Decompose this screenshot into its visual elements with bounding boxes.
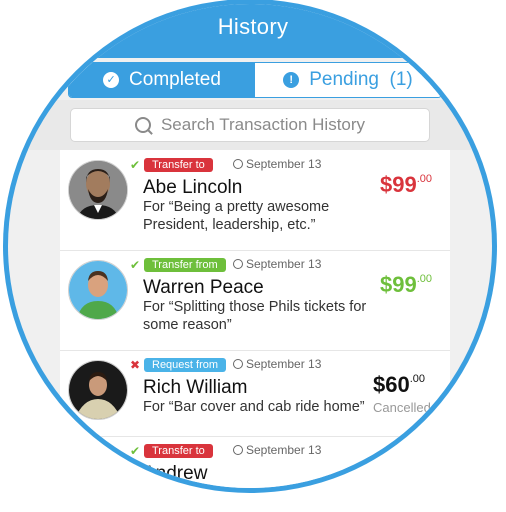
amount: $99.00 bbox=[380, 272, 432, 298]
badge-transfer-from: Transfer from bbox=[144, 258, 226, 272]
exclamation-circle-icon: ! bbox=[283, 72, 300, 88]
badge-transfer-to: Transfer to bbox=[144, 444, 213, 458]
date-text: September 13 bbox=[246, 257, 322, 271]
badge-request-from: Request from bbox=[144, 358, 227, 372]
date: September 13 bbox=[233, 157, 321, 171]
contact-name: Rich William bbox=[143, 377, 248, 398]
cancelled-label: Cancelled bbox=[373, 400, 431, 415]
avatar bbox=[68, 360, 128, 420]
tab-completed[interactable]: ✓ Completed bbox=[69, 63, 255, 97]
transaction-list: ✔ Transfer to September 13 Abe Lincoln F… bbox=[60, 150, 450, 488]
search-placeholder: Search Transaction History bbox=[160, 115, 366, 134]
contact-name: Andrew bbox=[143, 463, 208, 484]
transaction-row[interactable]: ✖ Request from September 13 Rich William… bbox=[60, 350, 450, 437]
clock-icon bbox=[233, 159, 243, 169]
avatar bbox=[68, 446, 128, 488]
amount-main: $60 bbox=[373, 372, 410, 397]
tab-label: Completed bbox=[129, 69, 221, 90]
transaction-row[interactable]: ✔ Transfer to September 13 Abe Lincoln F… bbox=[60, 150, 450, 251]
status-tabs: ✓ Completed ! Pending (1) bbox=[68, 62, 442, 98]
tab-pending[interactable]: ! Pending (1) bbox=[255, 63, 441, 97]
contact-name: Abe Lincoln bbox=[143, 177, 243, 198]
avatar bbox=[68, 160, 128, 220]
x-icon: ✖ bbox=[130, 358, 141, 372]
avatar bbox=[68, 260, 128, 320]
amount-cents: .00 bbox=[416, 172, 432, 185]
check-circle-icon: ✓ bbox=[103, 72, 120, 88]
check-icon: ✔ bbox=[130, 158, 141, 172]
page-title: History bbox=[217, 14, 289, 39]
amount: $99.00 bbox=[380, 172, 432, 198]
date-text: September 13 bbox=[246, 157, 322, 171]
circular-frame: History ✓ Completed ! Pending (1) Search… bbox=[3, 0, 497, 493]
app-screen: History ✓ Completed ! Pending (1) Search… bbox=[8, 4, 492, 488]
amount: $60.00 bbox=[373, 372, 425, 398]
transaction-description: For “Being a pretty awesome President, l… bbox=[143, 199, 330, 233]
date-text: September 13 bbox=[246, 357, 322, 371]
transaction-row[interactable]: ✔ Transfer from September 13 Warren Peac… bbox=[60, 250, 450, 351]
search-input[interactable]: Search Transaction History bbox=[70, 108, 430, 142]
date: September 13 bbox=[233, 257, 321, 271]
amount-main: $99 bbox=[379, 172, 417, 197]
amount-main: $99 bbox=[379, 272, 417, 297]
search-icon bbox=[134, 117, 151, 133]
check-icon: ✔ bbox=[130, 444, 141, 458]
contact-name: Warren Peace bbox=[143, 277, 264, 298]
clock-icon bbox=[233, 445, 243, 455]
tab-label: Pending (1) bbox=[309, 69, 413, 90]
check-icon: ✔ bbox=[130, 258, 141, 272]
clock-icon bbox=[233, 259, 243, 269]
date: September 13 bbox=[233, 443, 321, 457]
badge-transfer-to: Transfer to bbox=[144, 158, 213, 172]
date: September 13 bbox=[233, 357, 321, 371]
transaction-description: For “Splitting those Phils tickets for s… bbox=[143, 299, 367, 333]
amount-cents: .00 bbox=[409, 372, 426, 385]
transaction-row[interactable]: ✔ Transfer to September 13 Andrew bbox=[60, 436, 450, 488]
date-text: September 13 bbox=[246, 443, 322, 457]
clock-icon bbox=[233, 359, 243, 369]
header-bar: History bbox=[8, 4, 492, 58]
amount-cents: .00 bbox=[416, 272, 432, 285]
